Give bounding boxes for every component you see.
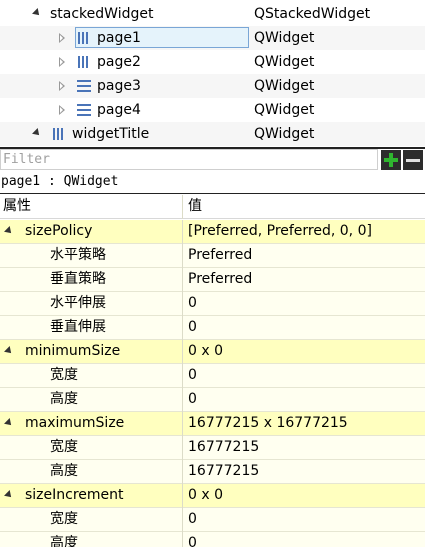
tree-object-name: stackedWidget xyxy=(50,6,154,22)
property-name: 高度 xyxy=(50,463,78,479)
expand-arrow-icon[interactable] xyxy=(4,226,14,236)
tree-row-page2[interactable]: page2 QWidget xyxy=(0,50,425,74)
vertical-layout-icon xyxy=(52,128,66,140)
property-row-sizepolicy[interactable]: sizePolicy [Preferred, Preferred, 0, 0] xyxy=(0,220,425,244)
property-name: 宽度 xyxy=(50,439,78,455)
collapse-arrow-icon[interactable] xyxy=(59,57,65,67)
property-row-width[interactable]: 宽度 0 xyxy=(0,508,425,532)
expand-arrow-icon[interactable] xyxy=(4,418,14,428)
property-name: sizeIncrement xyxy=(25,487,124,503)
property-name: 高度 xyxy=(50,391,78,407)
property-row-minimumsize[interactable]: minimumSize 0 x 0 xyxy=(0,340,425,364)
property-name: sizePolicy xyxy=(25,223,93,239)
tree-object-name: page1 xyxy=(97,30,141,46)
property-name: 宽度 xyxy=(50,511,78,527)
property-row-vertical-stretch[interactable]: 垂直伸展 0 xyxy=(0,316,425,340)
property-value[interactable]: 0 xyxy=(188,316,197,339)
property-value[interactable]: 0 xyxy=(188,508,197,531)
property-value[interactable]: 0 x 0 xyxy=(188,484,223,507)
filter-input[interactable] xyxy=(0,149,378,170)
header-property-name[interactable]: 属性 xyxy=(0,195,183,219)
tree-object-class: QWidget xyxy=(254,78,315,94)
property-row-maximumsize[interactable]: maximumSize 16777215 x 16777215 xyxy=(0,412,425,436)
collapse-arrow-icon[interactable] xyxy=(59,105,65,115)
property-value[interactable]: 0 xyxy=(188,292,197,315)
header-property-value[interactable]: 值 xyxy=(188,195,202,218)
expand-arrow-icon[interactable] xyxy=(4,490,14,500)
minus-icon xyxy=(406,159,420,162)
property-value[interactable]: 0 xyxy=(188,388,197,411)
property-value[interactable]: 0 xyxy=(188,532,197,547)
property-value[interactable]: 0 xyxy=(188,364,197,387)
property-value[interactable]: 16777215 x 16777215 xyxy=(188,412,348,435)
vertical-layout-icon xyxy=(77,32,91,44)
collapse-arrow-icon[interactable] xyxy=(59,81,65,91)
tree-object-name: page2 xyxy=(97,54,141,70)
property-name: maximumSize xyxy=(25,415,125,431)
property-table: 属性 值 sizePolicy [Preferred, Preferred, 0… xyxy=(0,195,425,547)
property-value[interactable]: 0 x 0 xyxy=(188,340,223,363)
horizontal-layout-icon xyxy=(77,104,91,116)
object-tree: stackedWidget QStackedWidget page1 QWidg… xyxy=(0,0,425,146)
property-filter-bar xyxy=(0,147,425,171)
tree-object-class: QWidget xyxy=(254,102,315,118)
property-row-vertical-policy[interactable]: 垂直策略 Preferred xyxy=(0,268,425,292)
property-value[interactable]: Preferred xyxy=(188,244,252,267)
property-value[interactable]: Preferred xyxy=(188,268,252,291)
property-row-height[interactable]: 高度 0 xyxy=(0,532,425,547)
property-row-horizontal-stretch[interactable]: 水平伸展 0 xyxy=(0,292,425,316)
tree-object-name: page4 xyxy=(97,102,141,118)
tree-object-name: page3 xyxy=(97,78,141,94)
property-name: 高度 xyxy=(50,535,78,547)
expand-arrow-icon[interactable] xyxy=(32,8,42,18)
horizontal-layout-icon xyxy=(77,80,91,92)
property-name: 垂直伸展 xyxy=(50,319,106,335)
property-name: 垂直策略 xyxy=(50,271,106,287)
property-row-height[interactable]: 高度 0 xyxy=(0,388,425,412)
plus-icon xyxy=(389,153,393,167)
property-value[interactable]: [Preferred, Preferred, 0, 0] xyxy=(188,220,372,243)
tree-row-page1[interactable]: page1 QWidget xyxy=(0,26,425,50)
tree-row-widgettitle[interactable]: widgetTitle QWidget xyxy=(0,122,425,146)
tree-row-page4[interactable]: page4 QWidget xyxy=(0,98,425,122)
property-name: 水平策略 xyxy=(50,247,106,263)
property-row-width[interactable]: 宽度 16777215 xyxy=(0,436,425,460)
property-row-sizeincrement[interactable]: sizeIncrement 0 x 0 xyxy=(0,484,425,508)
property-value[interactable]: 16777215 xyxy=(188,460,259,483)
tree-object-class: QWidget xyxy=(254,54,315,70)
tree-object-name: widgetTitle xyxy=(72,126,150,142)
property-row-horizontal-policy[interactable]: 水平策略 Preferred xyxy=(0,244,425,268)
tree-object-class: QStackedWidget xyxy=(254,6,371,22)
property-name: 宽度 xyxy=(50,367,78,383)
property-value[interactable]: 16777215 xyxy=(188,436,259,459)
vertical-layout-icon xyxy=(77,56,91,68)
property-name: 水平伸展 xyxy=(50,295,106,311)
collapse-arrow-icon[interactable] xyxy=(59,33,65,43)
tree-object-class: QWidget xyxy=(254,126,315,142)
tree-row-page3[interactable]: page3 QWidget xyxy=(0,74,425,98)
property-row-height[interactable]: 高度 16777215 xyxy=(0,460,425,484)
expand-arrow-icon[interactable] xyxy=(32,128,42,138)
property-name: minimumSize xyxy=(25,343,121,359)
tree-row-stackedwidget[interactable]: stackedWidget QStackedWidget xyxy=(0,2,425,26)
tree-object-class: QWidget xyxy=(254,30,315,46)
remove-property-button[interactable] xyxy=(403,150,423,170)
expand-arrow-icon[interactable] xyxy=(4,346,14,356)
add-property-button[interactable] xyxy=(381,150,401,170)
property-table-header: 属性 值 xyxy=(0,195,425,219)
selected-object-label: page1 : QWidget xyxy=(0,171,425,194)
property-row-width[interactable]: 宽度 0 xyxy=(0,364,425,388)
